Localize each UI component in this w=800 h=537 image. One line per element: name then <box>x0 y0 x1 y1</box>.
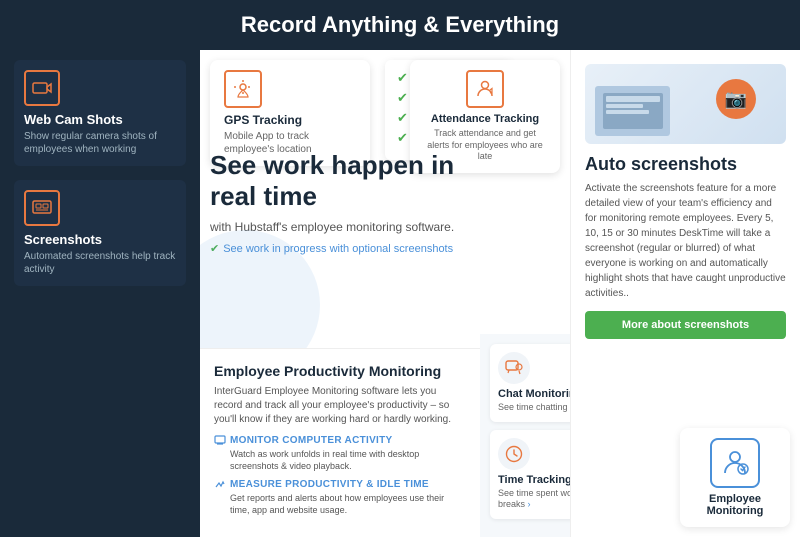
right-col: 📷 Auto screenshots Activate the screensh… <box>570 50 800 537</box>
gps-icon <box>224 70 262 108</box>
main-content: Web Cam Shots Show regular camera shots … <box>0 50 800 537</box>
monitor-title-1: MONITOR COMPUTER ACTIVITY <box>214 435 466 446</box>
screenshots-card: Screenshots Automated screenshots help t… <box>14 180 186 286</box>
auto-screenshots-title: Auto screenshots <box>585 154 786 175</box>
check-icon-4: ✔ <box>397 130 408 146</box>
screenshots-icon <box>24 190 60 226</box>
camera-icon-big: 📷 <box>716 79 756 119</box>
auto-screenshots-desc: Activate the screenshots feature for a m… <box>585 181 786 301</box>
chat-monitoring-card: Chat Monitoring See time chatting with o… <box>490 344 570 422</box>
attendance-title: Attendance Tracking <box>431 113 539 125</box>
employee-monitoring-badge: Employee Monitoring <box>680 428 790 527</box>
check-icon-2: ✔ <box>397 90 408 106</box>
check-icon-1: ✔ <box>397 70 408 86</box>
left-col: Web Cam Shots Show regular camera shots … <box>0 50 200 537</box>
more-screenshots-button[interactable]: More about screenshots <box>585 311 786 339</box>
time-desc: See time spent working and on breaks › <box>498 488 570 511</box>
time-icon <box>498 438 530 470</box>
employee-monitoring-title: Employee Monitoring <box>694 493 776 517</box>
top-header: Record Anything & Everything <box>0 0 800 50</box>
monitor-title-2: MEASURE PRODUCTIVITY & IDLE TIME <box>214 479 466 490</box>
page-title: Record Anything & Everything <box>20 12 780 38</box>
bottom-row: Employee Productivity Monitoring InterGu… <box>200 348 570 537</box>
chat-desc: See time chatting with others › <box>498 402 570 414</box>
chat-icon <box>498 352 530 384</box>
webcam-desc: Show regular camera shots of employees w… <box>24 130 176 156</box>
screenshots-title: Screenshots <box>24 232 176 247</box>
time-tracking-card: Time Tracking See time spent working and… <box>490 430 570 519</box>
webcam-icon <box>24 70 60 106</box>
attendance-icon <box>466 70 504 108</box>
employee-monitoring-icon <box>710 438 760 488</box>
time-link[interactable]: › <box>528 499 531 509</box>
productivity-title: Employee Productivity Monitoring <box>214 363 466 379</box>
productivity-desc: InterGuard Employee Monitoring software … <box>214 385 466 427</box>
chat-time-col: Chat Monitoring See time chatting with o… <box>480 334 570 537</box>
webcam-title: Web Cam Shots <box>24 112 176 127</box>
screenshot-preview: 📷 <box>585 64 786 144</box>
monitor-desc-2: Get reports and alerts about how employe… <box>214 492 466 517</box>
monitor-item-1: MONITOR COMPUTER ACTIVITY Watch as work … <box>214 435 466 473</box>
time-title: Time Tracking <box>498 474 570 486</box>
center-col: GPS Tracking Mobile App to track employe… <box>200 50 570 537</box>
monitor-mockup <box>595 86 670 136</box>
hero-headline: See work happen in real time <box>210 150 480 212</box>
monitor-desc-1: Watch as work unfolds in real time with … <box>214 448 466 473</box>
gps-title: GPS Tracking <box>224 113 356 127</box>
productivity-section: Employee Productivity Monitoring InterGu… <box>200 348 480 537</box>
chat-title: Chat Monitoring <box>498 388 570 400</box>
monitor-item-2: MEASURE PRODUCTIVITY & IDLE TIME Get rep… <box>214 479 466 517</box>
page-wrapper: Record Anything & Everything Web Cam Sho… <box>0 0 800 537</box>
webcam-card: Web Cam Shots Show regular camera shots … <box>14 60 186 166</box>
check-icon-3: ✔ <box>397 110 408 126</box>
screenshots-desc: Automated screenshots help track activit… <box>24 250 176 276</box>
